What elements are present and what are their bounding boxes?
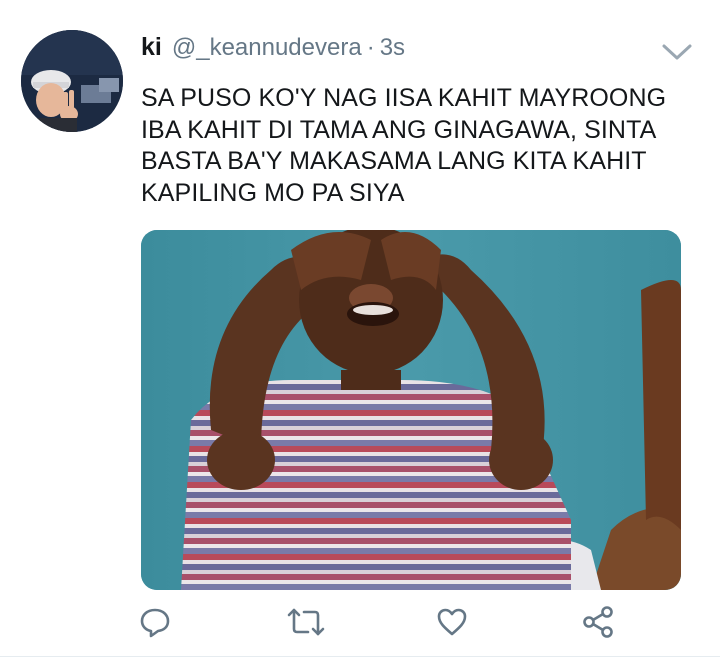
timestamp[interactable]: 3s — [380, 34, 405, 62]
divider — [0, 656, 720, 657]
tweet-media-image[interactable] — [141, 230, 681, 590]
avatar[interactable] — [21, 30, 123, 132]
chevron-down-icon[interactable] — [660, 40, 694, 64]
reply-icon[interactable] — [135, 600, 175, 644]
separator-dot: · — [366, 34, 375, 61]
username-handle[interactable]: @_keannudevera — [172, 34, 362, 62]
tweet-header: ki @_keannudevera · 3s — [141, 33, 405, 67]
tweet-actions — [0, 600, 720, 644]
tweet[interactable]: ki @_keannudevera · 3s SA PUSO KO'Y NAG … — [0, 0, 720, 661]
tweet-text-line: KAPILING MO PA SIYA — [141, 178, 405, 207]
retweet-icon[interactable] — [286, 600, 326, 644]
heart-icon[interactable] — [432, 600, 472, 644]
share-icon[interactable] — [578, 600, 618, 644]
tweet-text-line: BASTA BA'Y MAKASAMA LANG KITA KAHIT — [141, 147, 647, 175]
display-name[interactable]: ki — [141, 33, 162, 62]
tweet-text-line: IBA KAHIT DI TAMA ANG GINAGAWA, SINTA — [141, 115, 657, 144]
tweet-text: SA PUSO KO'Y NAG IISA KAHIT MAYROONG IBA… — [141, 83, 701, 209]
tweet-text-line: SA PUSO KO'Y NAG IISA KAHIT MAYROONG — [141, 84, 667, 112]
